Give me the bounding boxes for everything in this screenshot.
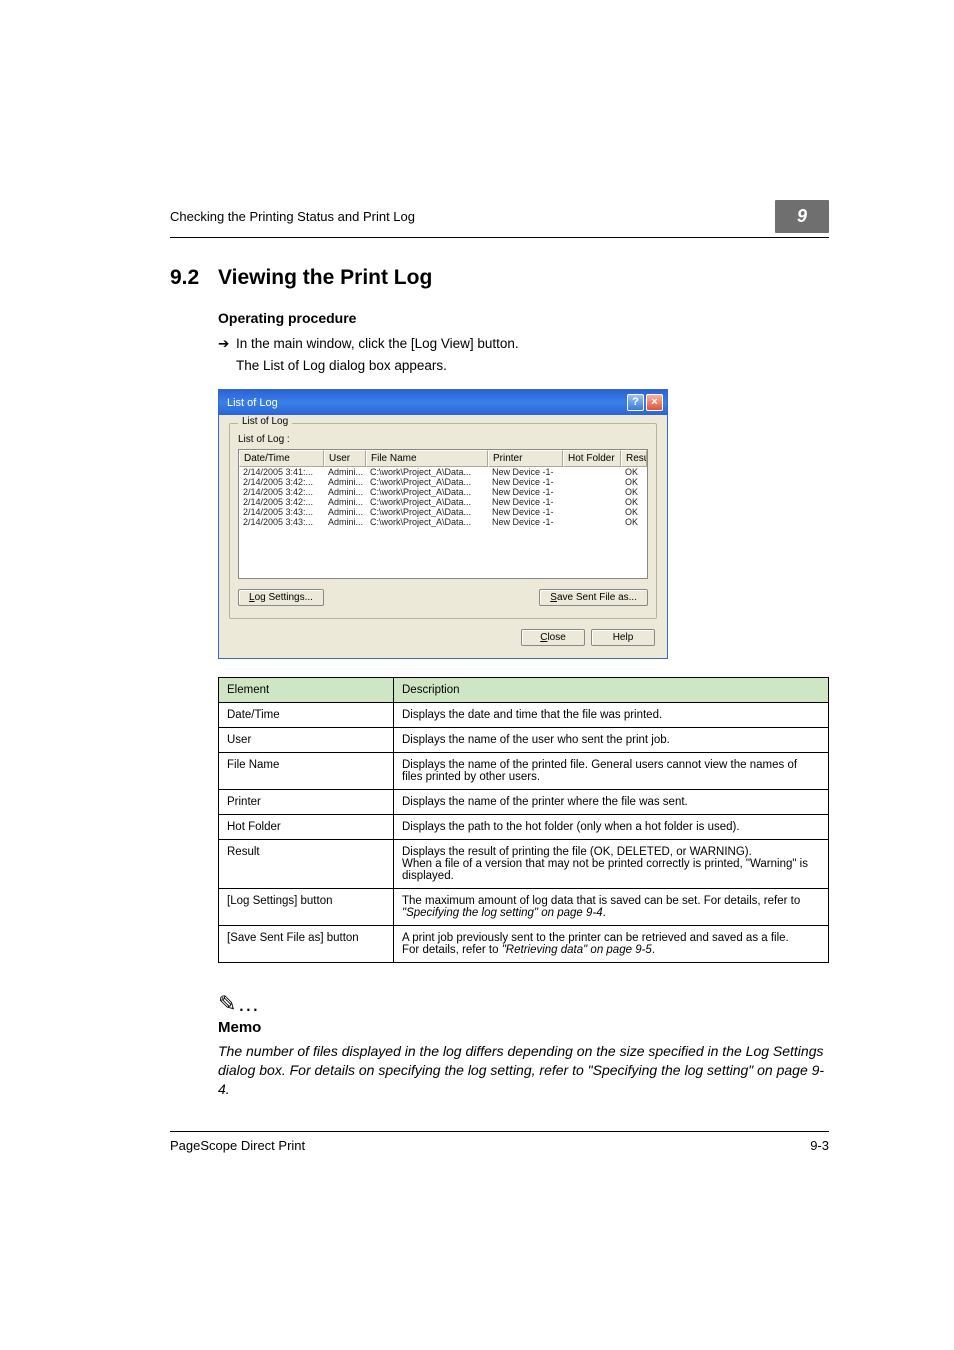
desc-description: Displays the name of the printed file. G… (394, 753, 829, 790)
description-table: Element Description Date/TimeDisplays th… (218, 677, 829, 963)
desc-description: Displays the name of the printer where t… (394, 790, 829, 815)
desc-element: [Save Sent File as] button (219, 926, 394, 963)
chapter-badge: 9 (775, 200, 829, 233)
desc-description: The maximum amount of log data that is s… (394, 889, 829, 926)
content: Operating procedure ➔ In the main window… (218, 310, 829, 1099)
close-button[interactable]: Close (521, 629, 585, 646)
desc-row: [Log Settings] buttonThe maximum amount … (219, 889, 829, 926)
list-of-log-dialog: List of Log ? × List of Log List of Log … (218, 389, 668, 659)
desc-row: UserDisplays the name of the user who se… (219, 728, 829, 753)
desc-description: A print job previously sent to the print… (394, 926, 829, 963)
desc-head-row: Element Description (219, 678, 829, 703)
table-row[interactable]: 2/14/2005 3:42:...Admini...C:\work\Proje… (239, 487, 647, 497)
col-user[interactable]: User (324, 450, 366, 467)
arrow-icon: ➔ (218, 336, 236, 352)
desc-description: Displays the name of the user who sent t… (394, 728, 829, 753)
log-table[interactable]: Date/Time User File Name Printer Hot Fol… (238, 449, 648, 579)
desc-row: PrinterDisplays the name of the printer … (219, 790, 829, 815)
desc-row: Hot FolderDisplays the path to the hot f… (219, 815, 829, 840)
desc-element: Printer (219, 790, 394, 815)
table-row[interactable]: 2/14/2005 3:43:...Admini...C:\work\Proje… (239, 517, 647, 527)
page: Checking the Printing Status and Print L… (0, 0, 954, 1213)
step-line: ➔ In the main window, click the [Log Vie… (218, 336, 829, 352)
dialog-body: List of Log List of Log : Date/Time User… (219, 415, 667, 658)
group-buttons: Log Settings... Save Sent File as... (238, 589, 648, 606)
step-text: In the main window, click the [Log View]… (236, 336, 519, 352)
list-of-log-group: List of Log List of Log : Date/Time User… (229, 423, 657, 619)
dialog-titlebar: List of Log ? × (219, 390, 667, 415)
desc-row: ResultDisplays the result of printing th… (219, 840, 829, 889)
memo-text: The number of files displayed in the log… (218, 1042, 829, 1099)
titlebar-buttons: ? × (627, 394, 663, 411)
desc-row: File NameDisplays the name of the printe… (219, 753, 829, 790)
memo-icon: ✎… (218, 991, 829, 1017)
section-number: 9.2 (170, 266, 218, 290)
table-rows: 2/14/2005 3:41:...Admini...C:\work\Proje… (239, 467, 647, 527)
desc-element: Hot Folder (219, 815, 394, 840)
step-follow: The List of Log dialog box appears. (236, 358, 829, 373)
dialog-bottom-buttons: Close Help (229, 629, 657, 648)
footer-right: 9-3 (810, 1138, 829, 1153)
table-row[interactable]: 2/14/2005 3:41:...Admini...C:\work\Proje… (239, 467, 647, 477)
table-row[interactable]: 2/14/2005 3:42:...Admini...C:\work\Proje… (239, 497, 647, 507)
col-result[interactable]: Result (621, 450, 647, 467)
memo-block: ✎… Memo The number of files displayed in… (218, 991, 829, 1099)
desc-element: [Log Settings] button (219, 889, 394, 926)
col-date-time[interactable]: Date/Time (239, 450, 324, 467)
table-row[interactable]: 2/14/2005 3:43:...Admini...C:\work\Proje… (239, 507, 647, 517)
dialog-title: List of Log (227, 397, 278, 409)
desc-description: Displays the date and time that the file… (394, 703, 829, 728)
section-title: Viewing the Print Log (218, 266, 432, 289)
desc-head-description: Description (394, 678, 829, 703)
col-printer[interactable]: Printer (488, 450, 563, 467)
desc-element: Date/Time (219, 703, 394, 728)
page-footer: PageScope Direct Print 9-3 (170, 1131, 829, 1153)
desc-row: [Save Sent File as] buttonA print job pr… (219, 926, 829, 963)
group-label: List of Log (238, 416, 292, 427)
desc-description: Displays the path to the hot folder (onl… (394, 815, 829, 840)
desc-row: Date/TimeDisplays the date and time that… (219, 703, 829, 728)
desc-element: User (219, 728, 394, 753)
help-button[interactable]: Help (591, 629, 655, 646)
section-heading: 9.2Viewing the Print Log (170, 266, 829, 290)
titlebar-close-button[interactable]: × (646, 394, 663, 411)
table-header-row: Date/Time User File Name Printer Hot Fol… (239, 450, 647, 467)
memo-label: Memo (218, 1019, 829, 1036)
titlebar-help-button[interactable]: ? (627, 394, 644, 411)
desc-head-element: Element (219, 678, 394, 703)
col-file-name[interactable]: File Name (366, 450, 488, 467)
footer-left: PageScope Direct Print (170, 1138, 305, 1153)
running-title: Checking the Printing Status and Print L… (170, 209, 415, 224)
col-hot-folder[interactable]: Hot Folder (563, 450, 621, 467)
subheading: Operating procedure (218, 310, 829, 326)
desc-element: Result (219, 840, 394, 889)
table-row[interactable]: 2/14/2005 3:42:...Admini...C:\work\Proje… (239, 477, 647, 487)
desc-element: File Name (219, 753, 394, 790)
log-settings-button[interactable]: Log Settings... (238, 589, 324, 606)
page-header: Checking the Printing Status and Print L… (170, 200, 829, 238)
inner-label: List of Log : (238, 434, 648, 445)
save-sent-file-as-button[interactable]: Save Sent File as... (539, 589, 648, 606)
desc-description: Displays the result of printing the file… (394, 840, 829, 889)
